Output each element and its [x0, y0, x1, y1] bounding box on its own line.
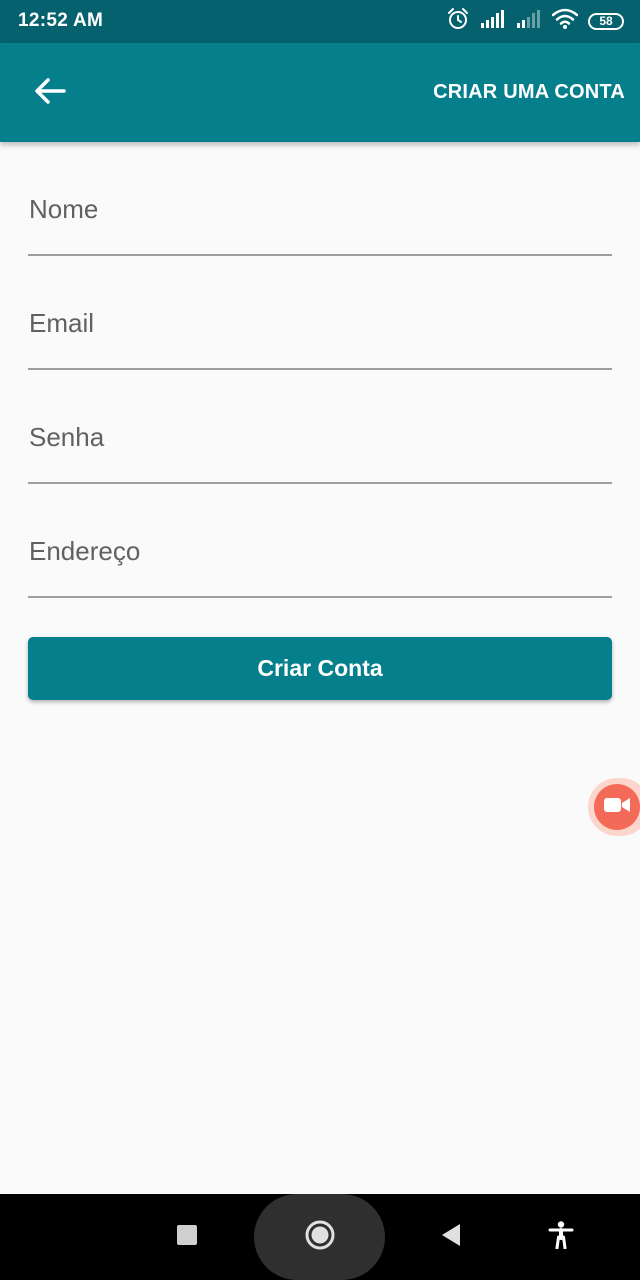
name-input[interactable]	[28, 186, 612, 256]
app-bar: CRIAR UMA CONTA	[0, 43, 640, 142]
record-button-inner	[594, 784, 640, 830]
password-field	[28, 370, 612, 484]
back-triangle-icon	[440, 1223, 462, 1252]
accessibility-button[interactable]	[534, 1212, 588, 1262]
video-camera-icon	[603, 795, 631, 820]
create-account-screen: 12:52 AM 58 CRIAR UMA CONTA Nome Email E…	[0, 0, 640, 1280]
home-circle-icon	[304, 1219, 336, 1256]
address-field	[28, 484, 612, 598]
alarm-icon	[446, 7, 470, 36]
system-back-button[interactable]	[424, 1212, 478, 1262]
email-input[interactable]	[28, 300, 612, 370]
battery-icon: 58	[588, 12, 624, 30]
address-input[interactable]	[28, 528, 612, 598]
wifi-icon	[551, 8, 579, 35]
navigation-bar	[0, 1194, 640, 1280]
accessibility-icon	[548, 1220, 574, 1254]
email-field	[28, 256, 612, 370]
arrow-left-icon	[34, 77, 66, 110]
create-account-button[interactable]: Criar Conta	[28, 637, 612, 700]
name-field	[28, 142, 612, 256]
home-button[interactable]	[254, 1194, 385, 1280]
signal-weak-icon	[516, 9, 542, 34]
recents-button[interactable]	[160, 1212, 214, 1262]
screen-record-button[interactable]	[588, 778, 640, 836]
password-input[interactable]	[28, 414, 612, 484]
recents-square-icon	[176, 1224, 198, 1251]
status-icons: 58	[446, 7, 624, 36]
back-button[interactable]	[22, 69, 78, 117]
signal-full-icon	[480, 9, 506, 34]
status-time: 12:52 AM	[18, 10, 104, 31]
page-title: CRIAR UMA CONTA	[433, 81, 625, 103]
signup-form	[28, 142, 612, 598]
status-bar: 12:52 AM 58	[0, 0, 640, 43]
